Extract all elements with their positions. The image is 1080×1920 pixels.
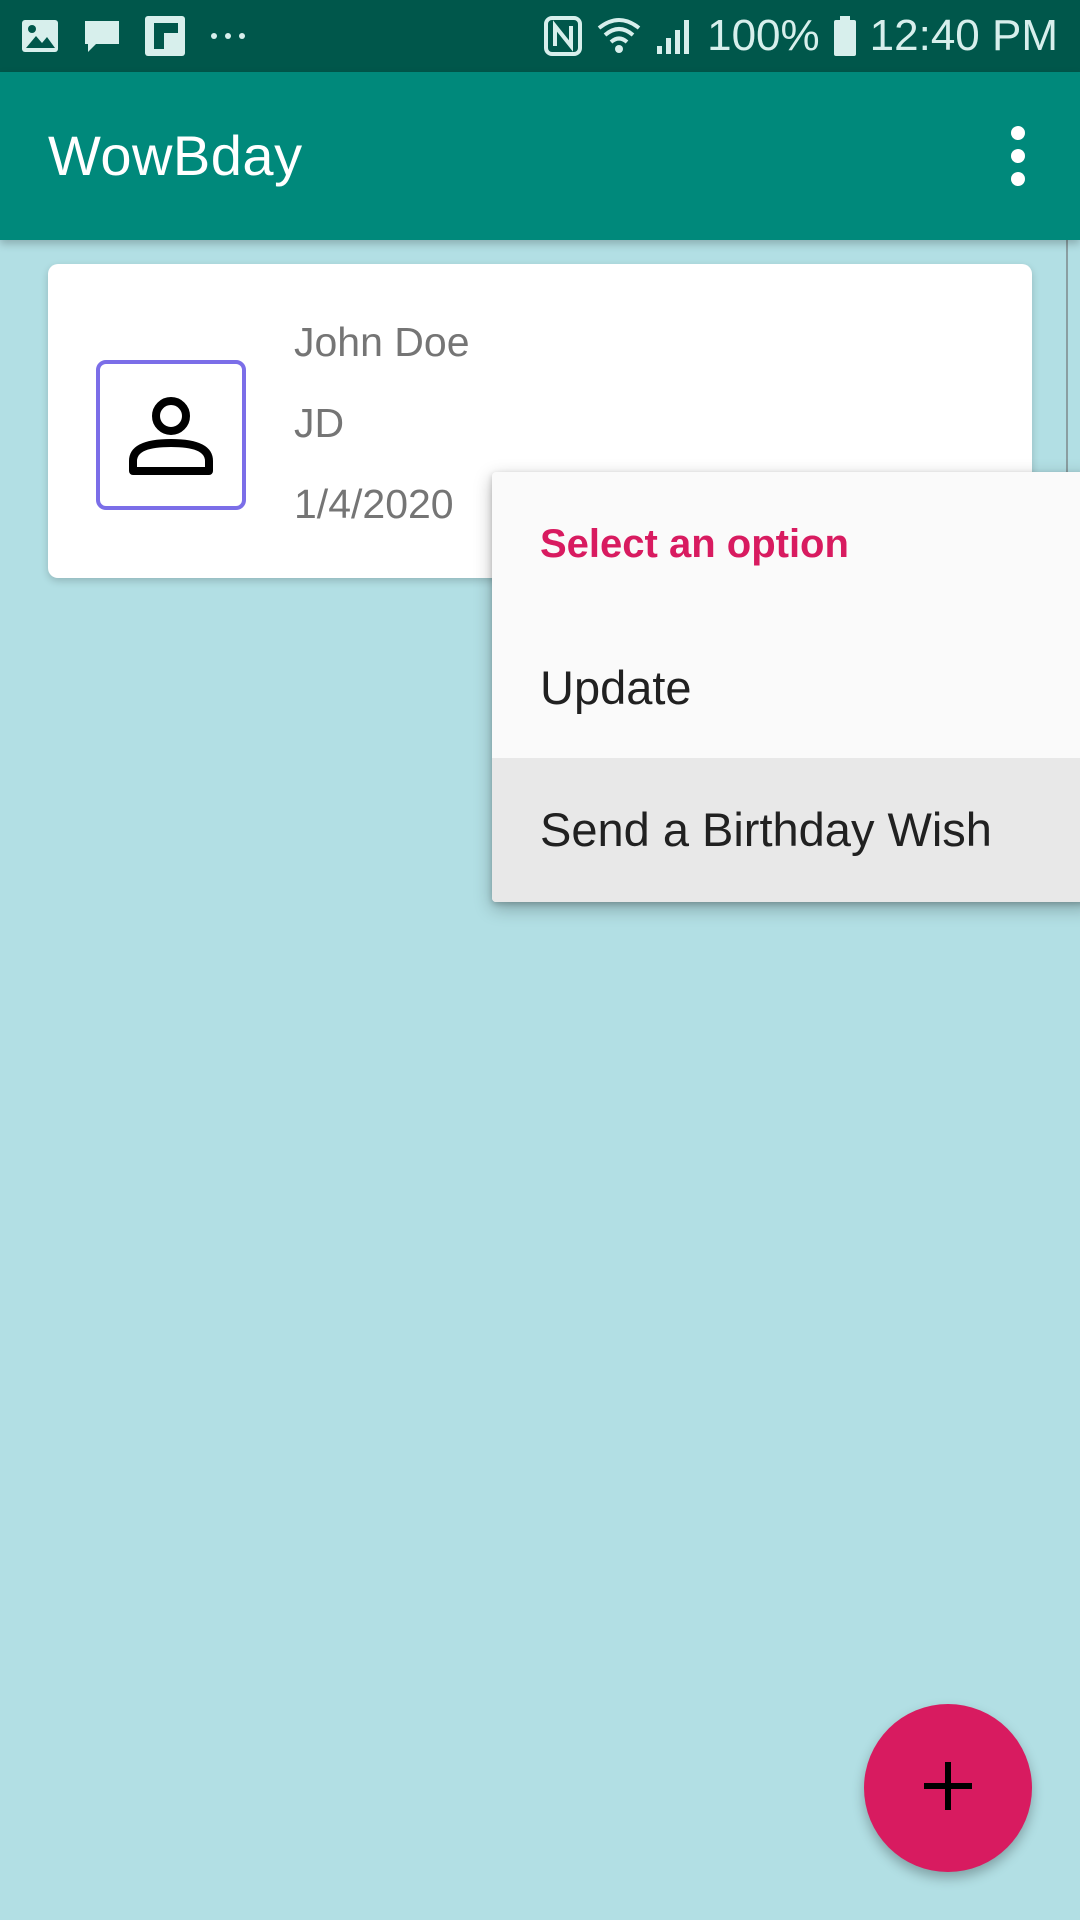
- plus-icon: [908, 1746, 988, 1831]
- app-title: WowBday: [48, 124, 303, 187]
- person-icon: [96, 360, 246, 510]
- battery-percent: 100%: [707, 11, 820, 60]
- signal-icon: [655, 14, 695, 58]
- gallery-icon: [20, 16, 60, 56]
- battery-icon: [832, 14, 858, 58]
- contact-name: John Doe: [294, 319, 470, 365]
- clock: 12:40 PM: [869, 11, 1058, 60]
- wifi-icon: [595, 14, 643, 58]
- options-menu: Select an option Update Send a Birthday …: [492, 472, 1080, 902]
- contact-initials: JD: [294, 400, 345, 446]
- system-status: 100% 12:40 PM: [543, 0, 1058, 72]
- flipboard-icon: [144, 15, 186, 57]
- menu-item-update[interactable]: Update: [492, 616, 1080, 760]
- notification-icons: [20, 14, 248, 58]
- add-button[interactable]: [864, 1704, 1032, 1872]
- menu-title: Select an option: [540, 522, 849, 566]
- birthday-date: 1/4/2020: [294, 481, 454, 527]
- menu-item-send-birthday-wish[interactable]: Send a Birthday Wish: [492, 758, 1080, 902]
- card-details: John Doe JD 1/4/2020: [294, 302, 470, 545]
- chat-icon: [82, 16, 122, 56]
- more-notifications-icon: [208, 16, 248, 56]
- app-bar: WowBday: [0, 72, 1080, 240]
- more-vert-icon[interactable]: [986, 124, 1050, 188]
- nfc-icon: [543, 14, 583, 58]
- status-bar: 100% 12:40 PM: [0, 0, 1080, 72]
